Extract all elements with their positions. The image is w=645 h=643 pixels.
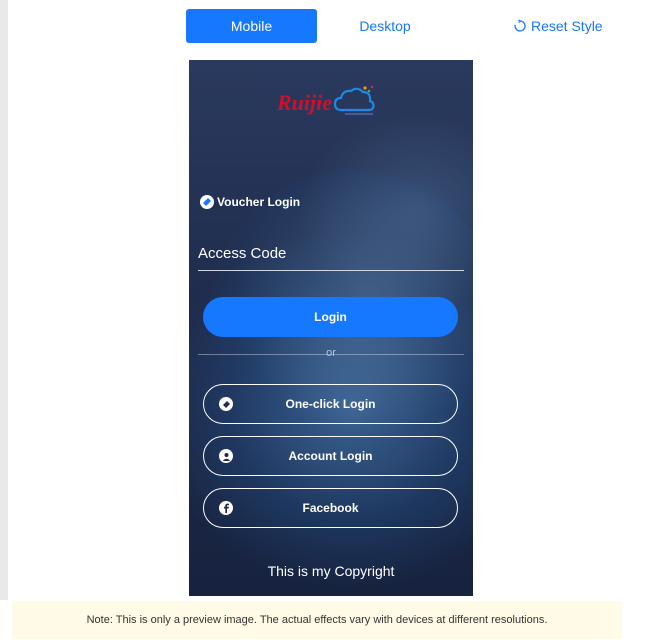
facebook-login-label: Facebook bbox=[302, 501, 359, 515]
tab-desktop[interactable]: Desktop bbox=[320, 9, 450, 43]
reset-style-button[interactable]: Reset Style bbox=[513, 18, 603, 34]
account-login-label: Account Login bbox=[288, 449, 373, 463]
one-click-icon bbox=[219, 397, 233, 411]
access-code-input[interactable] bbox=[198, 236, 464, 271]
tab-mobile[interactable]: Mobile bbox=[186, 9, 317, 43]
svg-text:Ruijie: Ruijie bbox=[276, 90, 332, 115]
one-click-login-label: One-click Login bbox=[285, 397, 376, 411]
copyright-text: This is my Copyright bbox=[267, 563, 395, 579]
voucher-login-label: Voucher Login bbox=[217, 195, 301, 209]
ruijie-logo: Ruijie bbox=[276, 85, 375, 115]
preview-toolbar: Mobile Desktop Reset Style bbox=[0, 9, 645, 45]
voucher-icon bbox=[200, 195, 214, 209]
reset-style-label: Reset Style bbox=[531, 18, 603, 34]
refresh-icon bbox=[514, 19, 526, 32]
or-label: or bbox=[326, 347, 336, 359]
login-button[interactable]: Login bbox=[203, 297, 458, 337]
left-panel-border bbox=[0, 0, 8, 600]
account-login-button[interactable]: Account Login bbox=[203, 436, 458, 476]
user-icon bbox=[219, 449, 233, 463]
voucher-login-option[interactable]: Voucher Login bbox=[200, 195, 300, 209]
mobile-preview: Ruijie Voucher Login Login or One-click … bbox=[189, 60, 473, 596]
facebook-login-button[interactable]: Facebook bbox=[203, 488, 458, 528]
one-click-login-button[interactable]: One-click Login bbox=[203, 384, 458, 424]
facebook-icon bbox=[219, 501, 233, 515]
preview-note: Note: This is only a preview image. The … bbox=[12, 601, 622, 639]
